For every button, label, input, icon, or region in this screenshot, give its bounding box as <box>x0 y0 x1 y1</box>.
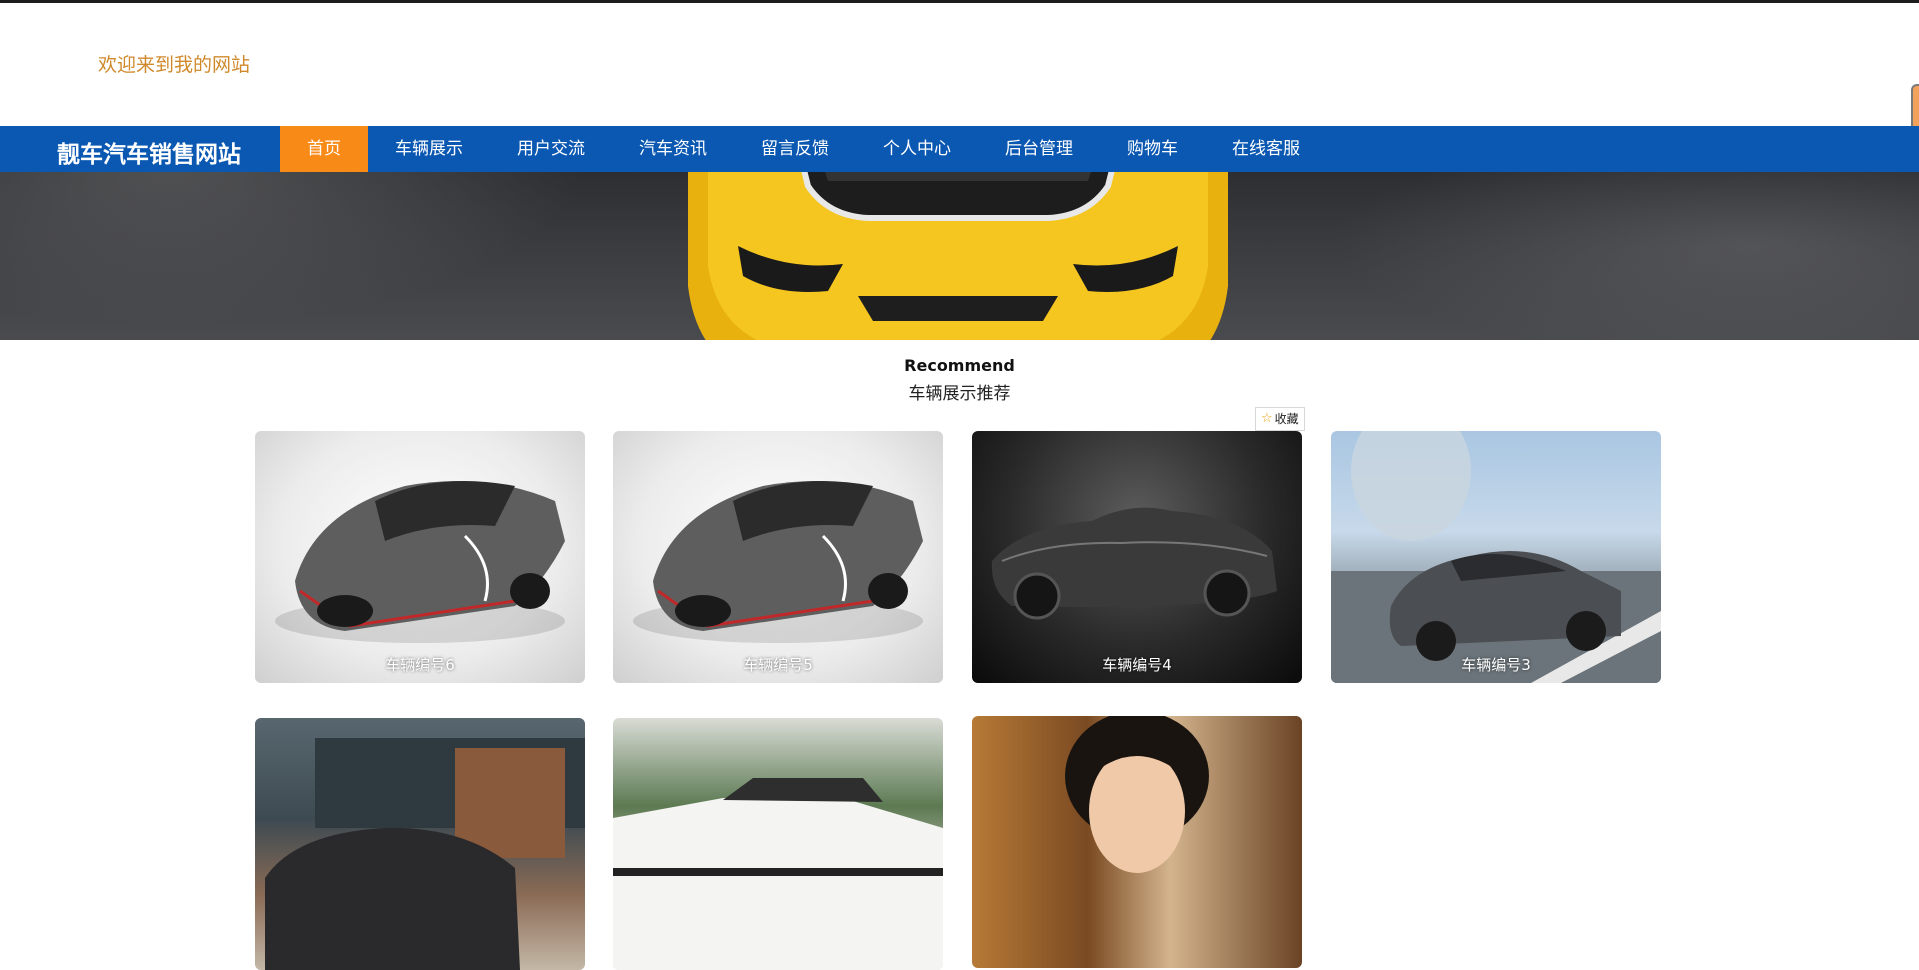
recommend-title-en: Recommend <box>904 356 1015 375</box>
vehicle-image <box>972 716 1302 968</box>
nav-item-home[interactable]: 首页 <box>280 126 368 172</box>
vehicle-caption: 车辆编号6 <box>385 656 455 674</box>
vehicle-card[interactable]: 车辆编号4 <box>972 431 1302 683</box>
vehicle-card[interactable] <box>613 718 943 970</box>
nav-item-cart[interactable]: 购物车 <box>1100 126 1205 172</box>
vehicle-image <box>1331 431 1661 683</box>
main-nav: 靓车汽车销售网站 首页 车辆展示 用户交流 汽车资讯 留言反馈 个人中心 后台管… <box>0 126 1919 172</box>
star-icon: ☆ <box>1261 411 1273 426</box>
favorite-label: 收藏 <box>1274 412 1299 426</box>
nav-item-vehicles[interactable]: 车辆展示 <box>368 126 490 172</box>
vehicle-card[interactable]: 车辆编号6 <box>255 431 585 683</box>
top-border <box>0 0 1919 3</box>
welcome-text: 欢迎来到我的网站 <box>98 54 251 76</box>
scroll-handle[interactable] <box>1911 84 1919 132</box>
vehicle-image <box>613 431 943 683</box>
vehicle-card[interactable] <box>972 716 1302 968</box>
nav-item-news[interactable]: 汽车资讯 <box>612 126 734 172</box>
nav-item-feedback[interactable]: 留言反馈 <box>734 126 856 172</box>
nav-item-admin[interactable]: 后台管理 <box>978 126 1100 172</box>
vehicle-image <box>972 431 1302 683</box>
recommend-title-cn: 车辆展示推荐 <box>908 384 1011 404</box>
carousel-image-yellow-car <box>688 156 1228 340</box>
vehicle-image <box>613 718 943 970</box>
vehicle-card[interactable] <box>255 718 585 970</box>
favorite-button[interactable]: ☆ 收藏 <box>1255 407 1305 431</box>
vehicle-caption: 车辆编号4 <box>1102 656 1172 674</box>
hero-carousel <box>0 156 1919 340</box>
vehicle-image <box>255 431 585 683</box>
vehicle-image <box>255 718 585 970</box>
nav-item-profile[interactable]: 个人中心 <box>856 126 978 172</box>
vehicle-caption: 车辆编号5 <box>743 656 813 674</box>
vehicle-card[interactable]: 车辆编号3 <box>1331 431 1661 683</box>
recommend-heading: Recommend 车辆展示推荐 <box>0 356 1919 404</box>
site-logo[interactable]: 靓车汽车销售网站 <box>57 135 241 169</box>
nav-menu: 首页 车辆展示 用户交流 汽车资讯 留言反馈 个人中心 后台管理 购物车 在线客… <box>280 126 1327 172</box>
vehicle-card[interactable]: 车辆编号5 <box>613 431 943 683</box>
nav-item-community[interactable]: 用户交流 <box>490 126 612 172</box>
nav-item-support[interactable]: 在线客服 <box>1205 126 1327 172</box>
vehicle-caption: 车辆编号3 <box>1461 656 1531 674</box>
